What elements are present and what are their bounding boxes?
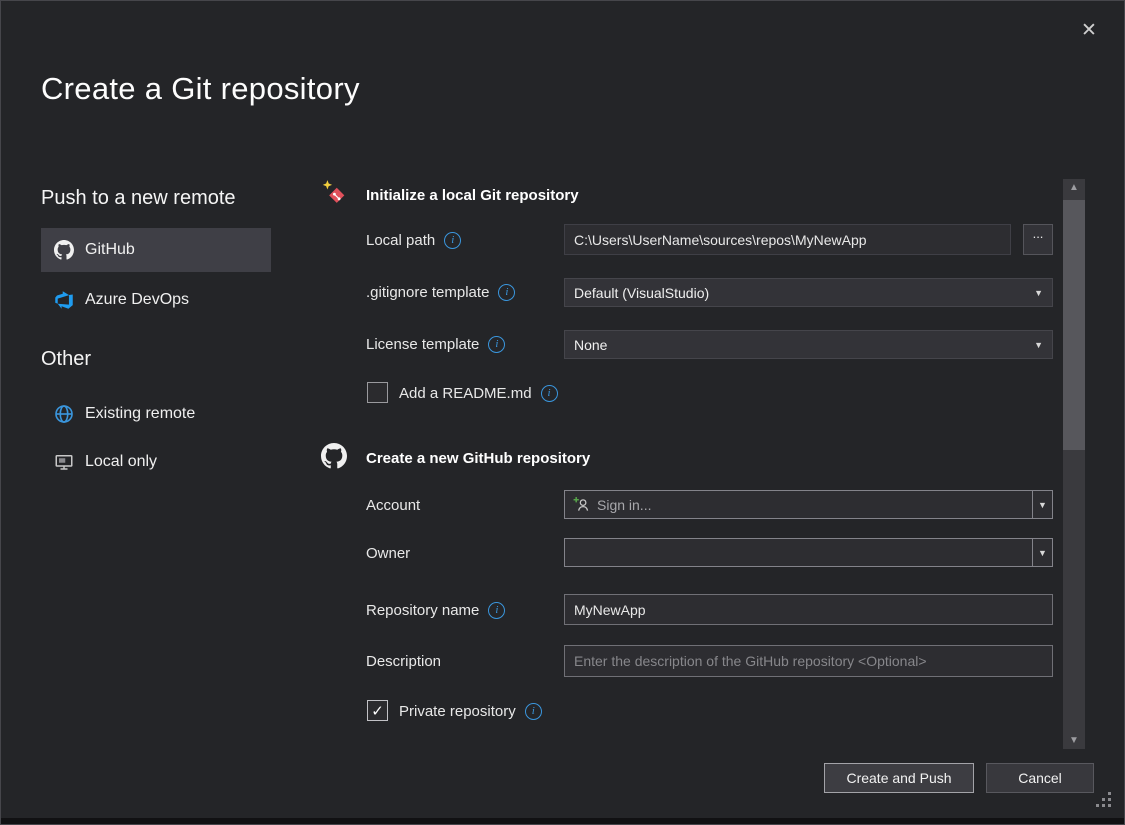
sidebar-item-label: Azure DevOps [85, 291, 189, 309]
monitor-icon [54, 452, 74, 472]
license-template-value: None [574, 337, 607, 353]
account-value: Sign in... [597, 497, 651, 513]
local-path-input[interactable] [564, 224, 1011, 255]
sidebar-item-label: GitHub [85, 241, 135, 259]
create-and-push-button[interactable]: Create and Push [824, 763, 974, 793]
local-path-label: Local path [366, 232, 435, 249]
cancel-button[interactable]: Cancel [986, 763, 1094, 793]
scrollbar-thumb[interactable] [1063, 200, 1085, 450]
private-repo-checkbox[interactable]: ✓ [367, 700, 388, 721]
gitignore-label: .gitignore template [366, 284, 489, 301]
description-label-row: Description [366, 646, 441, 676]
readme-label-row: Add a README.md i [399, 378, 558, 408]
github-section-heading: Create a new GitHub repository [366, 450, 590, 467]
scroll-down-icon: ▼ [1069, 735, 1079, 746]
chevron-down-icon: ▼ [1038, 500, 1047, 510]
scroll-down-button[interactable]: ▼ [1063, 732, 1085, 749]
owner-label-row: Owner [366, 538, 410, 568]
license-label-row: License template i [366, 329, 505, 359]
license-template-dropdown[interactable]: None ▼ [564, 330, 1053, 359]
window-bottom-edge [1, 818, 1124, 824]
sign-in-user-icon [573, 496, 590, 513]
account-label: Account [366, 497, 420, 514]
repository-name-input[interactable] [564, 594, 1053, 625]
owner-combo[interactable]: ▼ [564, 538, 1053, 567]
repo-name-label: Repository name [366, 602, 479, 619]
info-icon[interactable]: i [498, 284, 515, 301]
readme-label: Add a README.md [399, 385, 532, 402]
init-repo-icon [321, 179, 349, 207]
globe-icon [54, 404, 74, 424]
account-dropdown-button[interactable]: ▼ [1032, 491, 1052, 518]
gitignore-template-dropdown[interactable]: Default (VisualStudio) ▼ [564, 278, 1053, 307]
info-icon[interactable]: i [541, 385, 558, 402]
page-title: Create a Git repository [41, 71, 360, 107]
private-repo-label: Private repository [399, 703, 516, 720]
github-section-icon [321, 443, 349, 471]
license-label: License template [366, 336, 479, 353]
sidebar-item-label: Local only [85, 453, 157, 471]
close-icon: ✕ [1081, 19, 1097, 42]
sidebar-item-azure-devops[interactable]: Azure DevOps [41, 279, 271, 321]
azure-devops-icon [54, 290, 74, 310]
sidebar-item-existing-remote[interactable]: Existing remote [41, 393, 271, 435]
other-heading: Other [41, 348, 91, 371]
resize-grip[interactable] [1095, 791, 1113, 814]
browse-button[interactable]: ... [1023, 224, 1053, 255]
repo-name-label-row: Repository name i [366, 595, 505, 625]
sidebar-item-label: Existing remote [85, 405, 195, 423]
github-icon [54, 240, 74, 260]
scroll-up-button[interactable]: ▲ [1063, 179, 1085, 196]
owner-label: Owner [366, 545, 410, 562]
account-combo[interactable]: Sign in... ▼ [564, 490, 1053, 519]
gitignore-label-row: .gitignore template i [366, 277, 515, 307]
private-repo-label-row: Private repository i [399, 696, 542, 726]
init-section-heading: Initialize a local Git repository [366, 187, 579, 204]
readme-checkbox[interactable] [367, 382, 388, 403]
account-sign-in[interactable]: Sign in... [565, 491, 1032, 518]
chevron-down-icon: ▼ [1034, 340, 1043, 350]
close-button[interactable]: ✕ [1071, 14, 1107, 46]
sidebar-item-local-only[interactable]: Local only [41, 441, 271, 483]
info-icon[interactable]: i [525, 703, 542, 720]
chevron-down-icon: ▼ [1038, 548, 1047, 558]
info-icon[interactable]: i [488, 336, 505, 353]
scroll-up-icon: ▲ [1069, 182, 1079, 193]
owner-dropdown-button[interactable]: ▼ [1032, 539, 1052, 566]
account-label-row: Account [366, 490, 420, 520]
info-icon[interactable]: i [488, 602, 505, 619]
check-icon: ✓ [371, 702, 384, 720]
info-icon[interactable]: i [444, 232, 461, 249]
local-path-label-row: Local path i [366, 225, 461, 255]
description-label: Description [366, 653, 441, 670]
description-input[interactable] [564, 645, 1053, 677]
vertical-scrollbar[interactable]: ▲ ▼ [1063, 179, 1085, 749]
sidebar-item-github[interactable]: GitHub [41, 228, 271, 272]
create-git-repository-dialog: ✕ Create a Git repository Push to a new … [0, 0, 1125, 825]
gitignore-template-value: Default (VisualStudio) [574, 285, 709, 301]
push-remote-heading: Push to a new remote [41, 187, 236, 210]
owner-value-area[interactable] [565, 539, 1032, 566]
chevron-down-icon: ▼ [1034, 288, 1043, 298]
